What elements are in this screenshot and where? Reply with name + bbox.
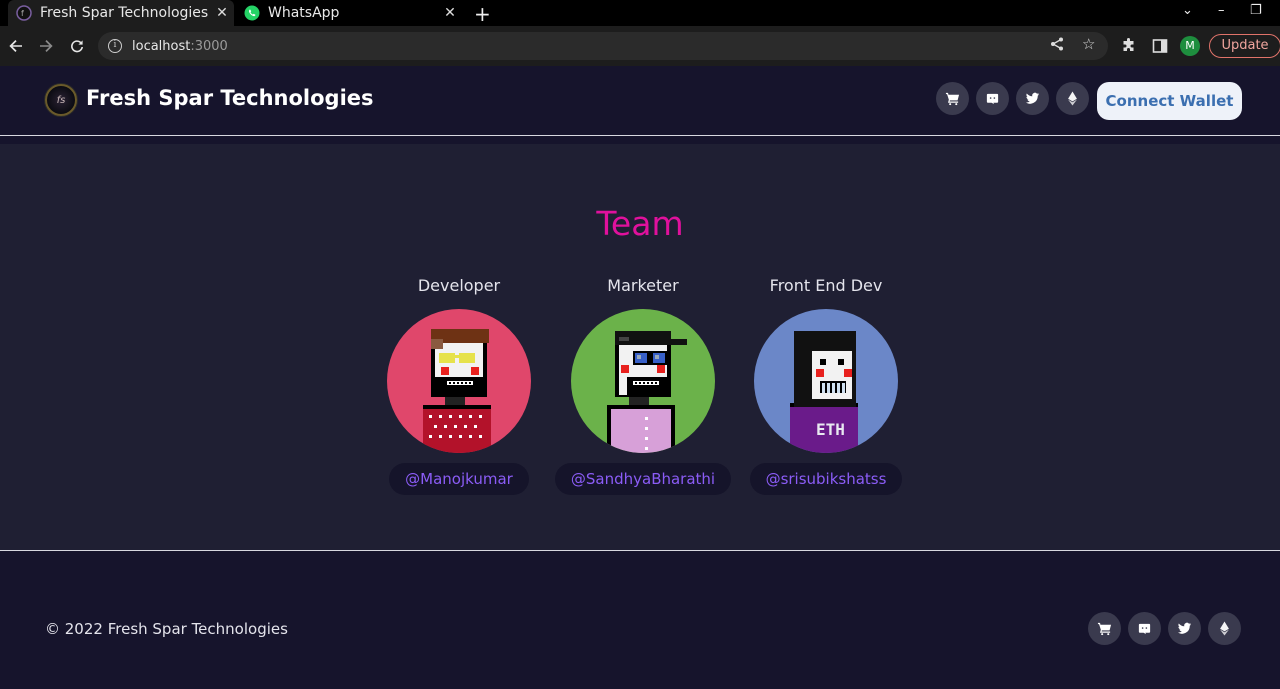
team-member-card: Developer @Manojkumar [364, 276, 554, 495]
svg-text:ETH: ETH [816, 420, 845, 439]
team-member-card: Marketer @SandhyaBharathi [548, 276, 738, 495]
brand-logo-icon[interactable]: fs [45, 84, 77, 116]
tab-search-chevron-icon[interactable]: ⌄ [1182, 3, 1193, 18]
forward-arrow-icon[interactable] [35, 35, 57, 57]
reload-icon[interactable] [66, 35, 88, 57]
share-icon[interactable] [1050, 37, 1064, 55]
tab-title: WhatsApp [268, 5, 340, 21]
member-avatar [387, 309, 531, 453]
team-heading: Team [596, 204, 684, 243]
site-footer: © 2022 Fresh Spar Technologies [0, 551, 1280, 689]
member-handle-link[interactable]: @srisubikshatss [749, 463, 903, 495]
tab-close-icon[interactable]: ✕ [210, 5, 234, 21]
member-role: Developer [417, 276, 501, 295]
member-avatar: ETH [754, 309, 898, 453]
new-tab-plus-icon[interactable]: + [474, 2, 491, 26]
url-host: localhost [132, 38, 191, 54]
team-member-card: Front End Dev ETH @srisubikshatss [731, 276, 921, 495]
side-panel-icon[interactable] [1152, 38, 1168, 58]
tab-whatsapp[interactable]: WhatsApp ✕ [236, 0, 462, 26]
cart-icon[interactable] [936, 82, 969, 115]
copyright-text: © 2022 Fresh Spar Technologies [45, 620, 288, 638]
cart-icon[interactable] [1088, 612, 1121, 645]
profile-avatar[interactable]: M [1180, 36, 1200, 56]
extensions-puzzle-icon[interactable] [1121, 38, 1137, 58]
twitter-icon[interactable] [1168, 612, 1201, 645]
url-bar[interactable]: i localhost:3000 ☆ [98, 32, 1108, 60]
whatsapp-icon [244, 5, 260, 21]
member-role: Marketer [607, 276, 679, 295]
browser-toolbar: i localhost:3000 ☆ M Update [0, 26, 1280, 66]
twitter-icon[interactable] [1016, 82, 1049, 115]
brand-name[interactable]: Fresh Spar Technologies [86, 86, 374, 110]
connect-wallet-button[interactable]: Connect Wallet [1097, 82, 1242, 120]
svg-text:f: f [21, 9, 24, 18]
tab-close-icon[interactable]: ✕ [438, 5, 462, 21]
minimize-icon[interactable]: – [1218, 3, 1225, 18]
member-avatar [571, 309, 715, 453]
discord-icon[interactable] [1128, 612, 1161, 645]
back-arrow-icon[interactable] [5, 35, 27, 57]
update-button[interactable]: Update [1209, 34, 1280, 58]
tab-fresh-spar[interactable]: f Fresh Spar Technologies ✕ [8, 0, 234, 26]
tab-title: Fresh Spar Technologies [40, 5, 209, 21]
bookmark-star-icon[interactable]: ☆ [1082, 35, 1095, 53]
member-handle-link[interactable]: @SandhyaBharathi [554, 463, 732, 495]
discord-icon[interactable] [976, 82, 1009, 115]
browser-tab-bar: f Fresh Spar Technologies ✕ WhatsApp ✕ +… [0, 0, 1280, 26]
ethereum-icon[interactable] [1208, 612, 1241, 645]
restore-icon[interactable]: ❐ [1250, 3, 1262, 18]
ethereum-icon[interactable] [1056, 82, 1089, 115]
site-info-icon[interactable]: i [108, 39, 122, 53]
url-port: :3000 [190, 38, 228, 54]
site-favicon-icon: f [16, 5, 32, 21]
member-role: Front End Dev [769, 276, 883, 295]
site-header: fs Fresh Spar Technologies Connect Walle… [0, 66, 1280, 136]
header-strip [0, 136, 1280, 144]
member-handle-link[interactable]: @Manojkumar [389, 463, 529, 495]
